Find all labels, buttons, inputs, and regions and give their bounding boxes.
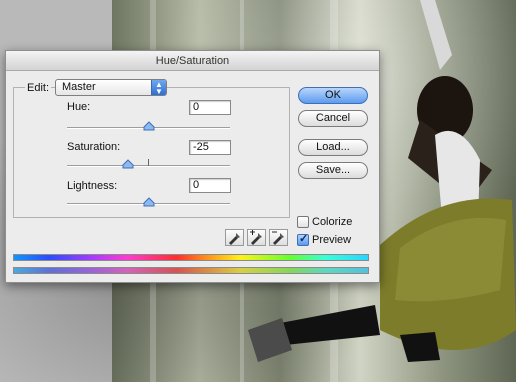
ok-button[interactable]: OK [298,87,368,104]
hue-saturation-dialog: Hue/Saturation Edit: Master ▲ ▼ Hue: 0 Sa… [5,50,380,283]
dialog-title[interactable]: Hue/Saturation [6,51,379,71]
lightness-slider-thumb[interactable] [143,197,155,207]
preview-option[interactable]: Preview [297,232,352,247]
saturation-center-tick [148,159,149,166]
preview-checkbox[interactable] [297,232,309,247]
output-hue-spectrum [13,267,369,274]
hue-slider-thumb[interactable] [143,121,155,131]
lightness-label: Lightness: [67,180,118,192]
preview-label: Preview [312,234,352,247]
save-button[interactable]: Save... [298,162,368,179]
eyedropper-button[interactable] [225,229,244,246]
eyedropper-plus-icon [250,230,262,245]
saturation-slider-thumb[interactable] [122,159,134,169]
input-hue-spectrum [13,254,369,261]
saturation-input[interactable]: -25 [189,140,231,155]
eyedropper-minus-button[interactable] [269,229,288,246]
edit-channel-value: Master [62,81,96,93]
colorize-option[interactable]: Colorize [297,216,353,229]
eyedropper-plus-button[interactable] [247,229,266,246]
hue-input[interactable]: 0 [189,100,231,115]
lightness-input[interactable]: 0 [189,178,231,193]
eyedropper-icon [229,233,240,245]
load-button[interactable]: Load... [298,139,368,156]
saturation-label: Saturation: [67,141,121,153]
colorize-checkbox[interactable] [297,216,309,229]
colorize-label: Colorize [312,216,353,229]
edit-channel-select[interactable]: Master ▲ ▼ [55,79,167,96]
chevron-updown-icon: ▲ ▼ [151,80,166,96]
edit-label: Edit: [25,82,52,94]
hue-label: Hue: [67,101,91,113]
eyedropper-minus-icon [272,231,284,245]
cancel-button[interactable]: Cancel [298,110,368,127]
